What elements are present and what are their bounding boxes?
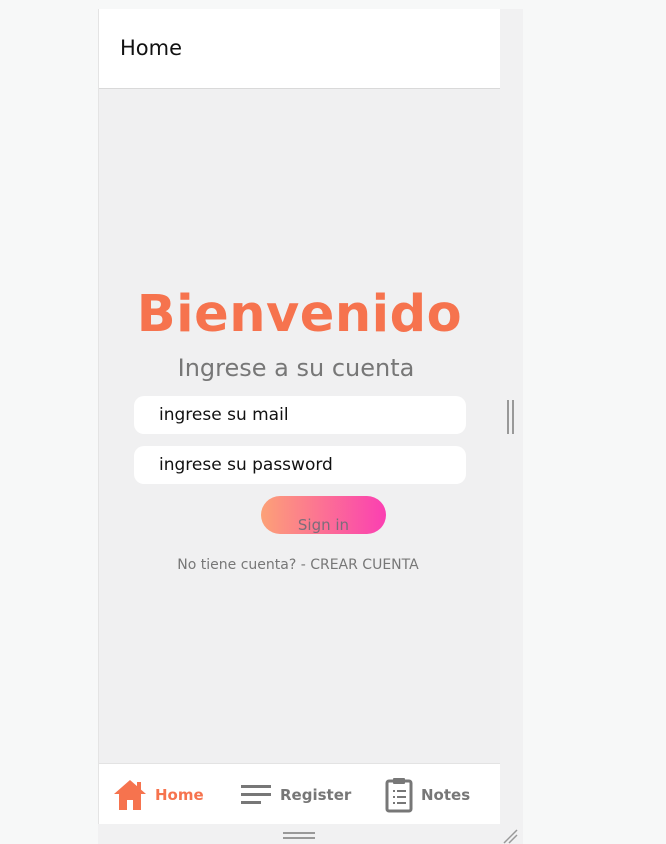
resize-handle-side[interactable]	[507, 400, 514, 434]
app-header: Home	[99, 9, 500, 89]
login-subtitle: Ingrese a su cuenta	[177, 354, 415, 382]
tab-notes-label: Notes	[421, 785, 471, 804]
tab-register-label: Register	[280, 785, 352, 804]
tab-notes[interactable]: Notes	[385, 764, 470, 824]
create-account-link[interactable]: No tiene cuenta? - CREAR CUENTA	[99, 557, 497, 573]
tab-register[interactable]: Register	[240, 764, 351, 824]
clipboard-icon	[385, 777, 413, 812]
tab-home[interactable]: Home	[113, 764, 204, 824]
header-title: Home	[120, 36, 183, 60]
resize-handle-bottom[interactable]	[283, 832, 315, 840]
password-input[interactable]	[134, 446, 466, 484]
email-input[interactable]	[134, 396, 466, 434]
tab-home-label: Home	[155, 785, 204, 804]
bottom-navigation: Home Register Notes	[99, 763, 500, 824]
resize-corner-icon[interactable]	[502, 828, 518, 844]
menu-lines-icon	[241, 784, 271, 804]
app-screen: Home Bienvenido Ingrese a su cuenta Sign…	[98, 9, 500, 824]
signin-button[interactable]: Sign in	[261, 496, 386, 534]
welcome-title: Bienvenido	[136, 285, 463, 344]
home-icon	[114, 779, 146, 810]
